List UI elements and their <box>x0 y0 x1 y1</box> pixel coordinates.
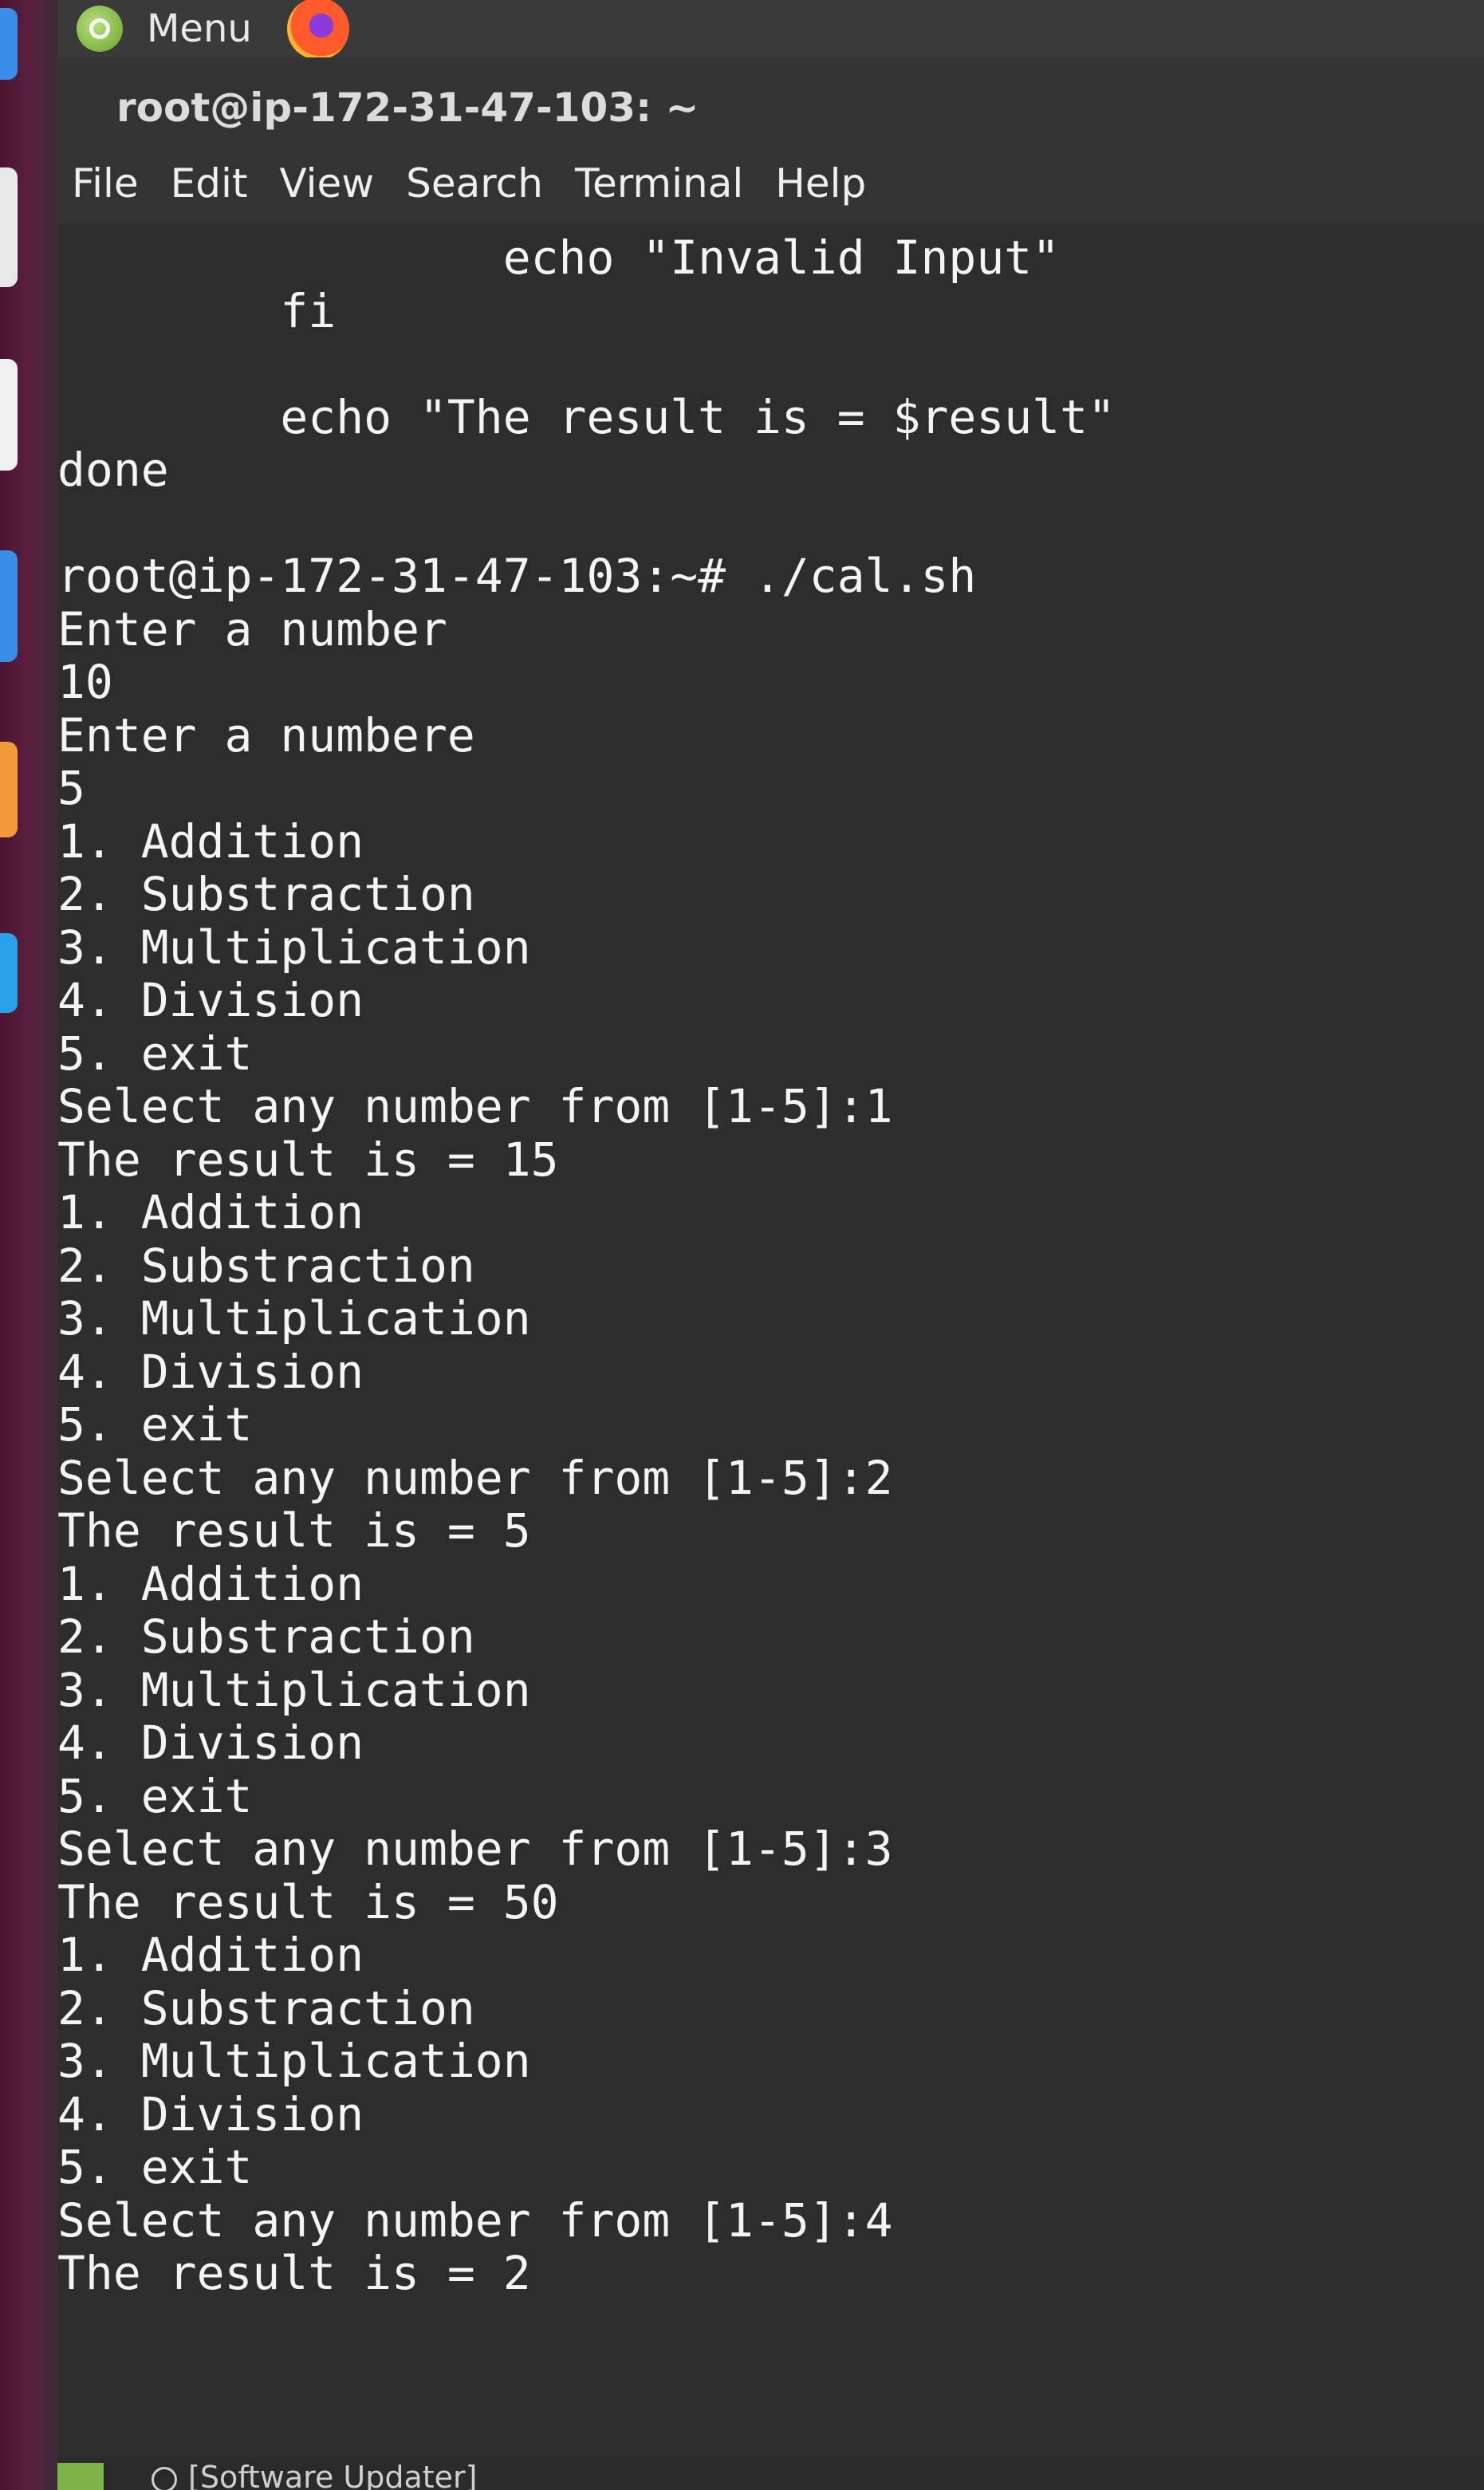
terminal-line: 3. Multiplication <box>57 1662 531 1717</box>
terminal-line: The result is = 50 <box>57 1874 559 1929</box>
menu-search[interactable]: Search <box>406 160 543 207</box>
terminal-line: 4. Division <box>57 2086 364 2141</box>
terminal-line: 1. Addition <box>57 814 364 869</box>
window-title: root@ip-172-31-47-103: ~ <box>116 85 699 131</box>
show-desktop-icon[interactable] <box>57 2463 104 2490</box>
terminal-line: 10 <box>57 655 113 709</box>
terminal-line: 5. exit <box>57 2140 253 2194</box>
terminal-line: 2. Substraction <box>57 867 475 921</box>
menu-button[interactable]: Menu <box>147 6 252 51</box>
dock-launcher-icon[interactable] <box>0 550 18 662</box>
taskbar-item-software-updater[interactable]: [Software Updater] <box>152 2460 477 2490</box>
menu-help[interactable]: Help <box>775 160 866 207</box>
top-panel: Menu <box>57 0 1484 60</box>
dock-launcher-icon[interactable] <box>0 742 18 837</box>
menu-view[interactable]: View <box>280 160 375 207</box>
terminal-line: 1. Addition <box>57 1556 364 1611</box>
menu-terminal[interactable]: Terminal <box>575 160 743 207</box>
terminal-line: done <box>57 443 169 497</box>
terminal-line: echo "The result is = $result" <box>57 389 1116 444</box>
desktop-dock-edge <box>0 0 57 2490</box>
terminal-line: 3. Multiplication <box>57 2034 531 2088</box>
taskbar-item-label: [Software Updater] <box>188 2460 478 2490</box>
terminal-line: 5. exit <box>57 1026 253 1081</box>
terminal-line: Select any number from [1-5]:1 <box>57 1079 893 1133</box>
terminal-line: The result is = 15 <box>57 1132 559 1187</box>
dock-launcher-icon[interactable] <box>0 8 18 80</box>
terminal-line: 3. Multiplication <box>57 1291 531 1345</box>
terminal-line: 5 <box>57 761 85 815</box>
dock-launcher-icon[interactable] <box>0 933 18 1013</box>
terminal-line: Enter a number <box>57 601 447 656</box>
terminal-line: 5. exit <box>57 1397 253 1452</box>
firefox-icon[interactable] <box>286 0 349 60</box>
menu-file[interactable]: File <box>72 160 139 207</box>
terminal-line: 2. Substraction <box>57 1609 475 1664</box>
terminal-line: 5. exit <box>57 1768 253 1823</box>
menu-edit[interactable]: Edit <box>171 160 248 207</box>
terminal-line: The result is = 5 <box>57 1503 531 1558</box>
terminal-line: 4. Division <box>57 973 364 1027</box>
menu-logo-icon[interactable] <box>77 6 123 52</box>
menu-bar: File Edit View Search Terminal Help <box>57 144 1484 223</box>
terminal-line: 1. Addition <box>57 1185 364 1239</box>
terminal-line: fi <box>57 283 337 338</box>
terminal-line: 2. Substraction <box>57 1980 475 2035</box>
terminal-line: Select any number from [1-5]:3 <box>57 1822 893 1876</box>
terminal-output[interactable]: echo "Invalid Input" fi echo "The result… <box>57 223 1484 2457</box>
terminal-line: 2. Substraction <box>57 1238 475 1293</box>
terminal-line: Select any number from [1-5]:4 <box>57 2193 893 2248</box>
terminal-line: 4. Division <box>57 1716 364 1770</box>
terminal-line: 1. Addition <box>57 1928 364 1982</box>
dock-launcher-icon[interactable] <box>0 359 18 471</box>
terminal-line: The result is = 2 <box>57 2246 531 2300</box>
terminal-line: Enter a numbere <box>57 707 475 762</box>
dock-launcher-icon[interactable] <box>0 167 18 287</box>
terminal-line: 4. Division <box>57 1344 364 1399</box>
terminal-line: Select any number from [1-5]:2 <box>57 1450 893 1505</box>
terminal-line: echo "Invalid Input" <box>57 230 1061 285</box>
software-updater-icon <box>152 2466 177 2490</box>
taskbar: [Software Updater] <box>57 2457 1484 2490</box>
terminal-line: 3. Multiplication <box>57 920 531 975</box>
terminal-line: root@ip-172-31-47-103:~# ./cal.sh <box>57 549 977 603</box>
